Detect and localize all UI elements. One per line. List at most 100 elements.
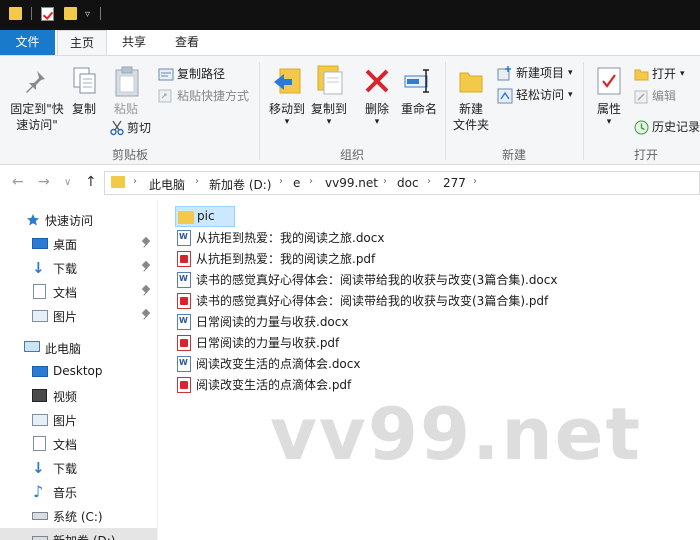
document-icon [33, 284, 46, 299]
drive-icon [32, 512, 48, 520]
pin-icon [142, 310, 150, 320]
copy-path-icon [158, 68, 174, 81]
word-document-icon [177, 356, 191, 372]
toolbar-divider [31, 7, 32, 20]
breadcrumb-separator-icon[interactable]: › [383, 176, 387, 187]
pdf-document-icon [177, 377, 191, 393]
title-bar: ▿ [0, 0, 700, 30]
nav-videos[interactable]: 视频 [0, 384, 157, 408]
computer-icon [24, 341, 40, 352]
rename-icon [404, 69, 429, 93]
easy-access-icon [497, 88, 513, 104]
properties-quick-icon[interactable] [41, 7, 54, 21]
list-item[interactable]: 读书的感觉真好心得体会：阅读带给我的收获与改变(3篇合集).docx [175, 269, 557, 290]
breadcrumb-e[interactable]: e [293, 176, 300, 190]
group-label-clipboard: 剪贴板 [111, 148, 148, 162]
ribbon-tab-row: 文件 主页 共享 查看 [0, 30, 700, 56]
pin-icon [142, 238, 150, 248]
breadcrumb-doc[interactable]: doc [397, 176, 419, 190]
nav-desktop[interactable]: Desktop [0, 360, 157, 384]
breadcrumb-vv99[interactable]: vv99.net [325, 176, 378, 190]
nav-new-volume-d[interactable]: 新加卷 (D:) [0, 528, 157, 540]
breadcrumb-separator-icon[interactable]: › [473, 176, 477, 187]
watermark: vv99.net [270, 392, 642, 476]
tab-file[interactable]: 文件 [0, 30, 55, 55]
clipboard-icon [115, 66, 139, 97]
nav-documents[interactable]: 文档 [0, 432, 157, 456]
customize-quick-access-icon[interactable]: ▿ [85, 9, 90, 25]
recent-locations-icon[interactable]: ∨ [64, 177, 71, 188]
breadcrumb-separator-icon[interactable]: › [279, 176, 283, 187]
chevron-down-icon: ▾ [568, 90, 573, 100]
breadcrumb-277[interactable]: 277 [443, 176, 466, 190]
history-icon [634, 120, 649, 135]
nav-downloads-pinned[interactable]: ↓ 下载 [0, 256, 157, 280]
chevron-down-icon: ▾ [284, 117, 290, 127]
nav-documents-pinned[interactable]: 文档 [0, 280, 157, 304]
breadcrumb-separator-icon[interactable]: › [195, 176, 199, 187]
nav-desktop-pinned[interactable]: 桌面 [0, 232, 157, 256]
up-arrow-icon[interactable]: ↑ [85, 174, 97, 190]
list-item[interactable]: pic [175, 206, 235, 227]
back-arrow-icon[interactable]: ← [12, 174, 24, 190]
breadcrumb-drive-d[interactable]: 新加卷 (D:) [209, 176, 271, 193]
list-item[interactable]: 日常阅读的力量与收获.pdf [175, 332, 355, 353]
pin-icon [142, 262, 150, 272]
pdf-document-icon [177, 293, 191, 309]
drive-icon [32, 536, 48, 540]
tab-share[interactable]: 共享 [110, 30, 158, 55]
address-bar[interactable]: › 此电脑 › 新加卷 (D:) › e › vv99.net › doc › … [104, 171, 700, 195]
group-label-new: 新建 [501, 148, 526, 162]
folder-icon [111, 176, 125, 188]
pin-icon [142, 286, 150, 296]
new-folder-quick-icon[interactable] [64, 7, 77, 20]
pin-icon [26, 71, 45, 93]
picture-icon [32, 310, 48, 322]
nav-this-pc[interactable]: 此电脑 [0, 336, 157, 360]
breadcrumb-separator-icon[interactable]: › [133, 176, 137, 187]
chevron-down-icon: ▾ [680, 69, 685, 79]
nav-system-c[interactable]: 系统 (C:) [0, 504, 157, 528]
forward-arrow-icon[interactable]: → [38, 174, 50, 190]
edit-icon [634, 90, 648, 104]
word-document-icon [177, 314, 191, 330]
tab-home[interactable]: 主页 [57, 30, 107, 56]
nav-pictures-pinned[interactable]: 图片 [0, 304, 157, 328]
list-item[interactable]: 日常阅读的力量与收获.docx [175, 311, 355, 332]
nav-music[interactable]: ♪ 音乐 [0, 480, 157, 504]
nav-pictures[interactable]: 图片 [0, 408, 157, 432]
desktop-icon [32, 366, 48, 377]
chevron-down-icon: ▾ [326, 117, 332, 127]
breadcrumb-separator-icon[interactable]: › [427, 176, 431, 187]
chevron-down-icon: ▾ [606, 117, 612, 127]
file-list: pic 从抗拒到热爱：我的阅读之旅.docx 从抗拒到热爱：我的阅读之旅.pdf… [157, 200, 700, 540]
open-icon [634, 69, 649, 81]
group-label-organize: 组织 [339, 148, 364, 162]
scissors-icon [110, 120, 124, 136]
pdf-document-icon [177, 335, 191, 351]
list-item[interactable]: 从抗拒到热爱：我的阅读之旅.pdf [175, 248, 415, 269]
list-item[interactable]: 读书的感觉真好心得体会：阅读带给我的收获与改变(3篇合集).pdf [175, 290, 555, 311]
navigation-pane: 快速访问 桌面 ↓ 下载 文档 图片 此电脑 Desktop 视频 图片 文档 … [0, 200, 157, 540]
tab-view[interactable]: 查看 [162, 30, 212, 55]
pdf-document-icon [177, 251, 191, 267]
copy-to-icon [317, 65, 343, 95]
breadcrumb-separator-icon[interactable]: › [309, 176, 313, 187]
chevron-down-icon: ▾ [568, 68, 573, 78]
chevron-down-icon: ▾ [374, 117, 380, 127]
group-divider [259, 62, 260, 160]
word-document-icon [177, 272, 191, 288]
video-icon [32, 389, 47, 402]
group-label-open: 打开 [633, 148, 658, 162]
delete-x-icon [365, 69, 389, 93]
download-arrow-icon: ↓ [32, 459, 45, 477]
picture-icon [32, 414, 48, 426]
word-document-icon [177, 230, 191, 246]
breadcrumb-this-pc[interactable]: 此电脑 [149, 176, 185, 193]
folder-icon [9, 7, 22, 20]
download-arrow-icon: ↓ [32, 259, 45, 277]
list-item[interactable]: 从抗拒到热爱：我的阅读之旅.docx [175, 227, 415, 248]
nav-quick-access[interactable]: 快速访问 [0, 208, 157, 232]
nav-downloads[interactable]: ↓ 下载 [0, 456, 157, 480]
list-item[interactable]: 阅读改变生活的点滴体会.docx [175, 353, 375, 374]
